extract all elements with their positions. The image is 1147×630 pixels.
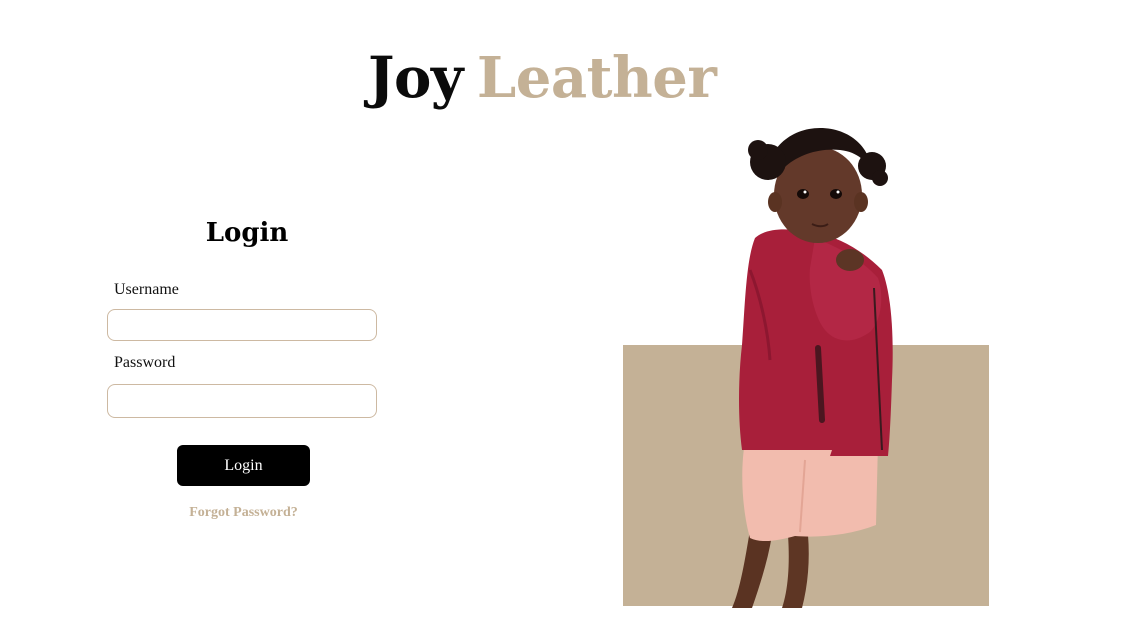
brand-word-leather: Leather [476,45,717,111]
password-input[interactable] [107,384,377,418]
login-form: Login Username Password Login Forgot Pas… [100,210,390,540]
login-button[interactable]: Login [177,445,310,486]
brand-word-joy: Joy [368,45,463,111]
child-photo [732,128,893,608]
forgot-password-link[interactable]: Forgot Password? [100,505,387,521]
hero-section [600,120,1020,610]
username-label: Username [114,281,179,298]
login-title: Login [205,218,289,248]
username-input[interactable] [107,309,377,341]
password-label: Password [114,354,176,371]
brand-logo: Joy Leather [368,42,717,114]
